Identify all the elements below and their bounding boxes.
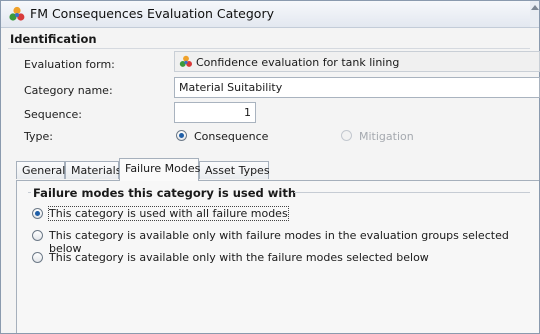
title-bar[interactable]: FM Consequences Evaluation Category	[1, 1, 539, 28]
scroll-up-icon[interactable]	[531, 5, 539, 10]
tab-general[interactable]: General	[16, 161, 65, 179]
all-failure-modes-radio[interactable]	[32, 208, 43, 219]
failure-modes-group-title: Failure modes this category is used with	[33, 186, 297, 200]
tab-failure-modes[interactable]: Failure Modes	[119, 158, 200, 181]
consequence-radio[interactable]	[176, 130, 187, 141]
sequence-label: Sequence:	[24, 108, 82, 121]
evaluation-form-value: Confidence evaluation for tank lining	[196, 56, 400, 69]
tab-materials[interactable]: Materials	[65, 161, 121, 179]
consequence-radio-label[interactable]: Consequence	[194, 130, 268, 143]
evaluation-form-field: Confidence evaluation for tank lining	[174, 51, 540, 72]
divider	[8, 48, 530, 49]
colored-molecules-icon	[9, 6, 25, 21]
mitigation-radio-label: Mitigation	[359, 130, 414, 143]
tab-asset-types[interactable]: Asset Types	[199, 161, 270, 179]
selected-failure-modes-radio[interactable]	[32, 252, 43, 263]
category-name-label: Category name:	[24, 84, 113, 97]
category-name-input[interactable]: Material Suitability	[174, 77, 540, 98]
all-failure-modes-label[interactable]: This category is used with all failure m…	[48, 206, 289, 221]
identification-heading: Identification	[10, 32, 97, 46]
group-border	[28, 192, 31, 193]
selected-failure-modes-label[interactable]: This category is available only with the…	[49, 251, 429, 264]
mitigation-radio	[341, 130, 352, 141]
evaluation-form-label: Evaluation form:	[24, 58, 115, 71]
sequence-input[interactable]: 1	[174, 102, 256, 123]
type-label: Type:	[24, 130, 53, 143]
group-border	[294, 192, 530, 193]
colored-molecules-icon	[179, 55, 193, 67]
evaluation-groups-radio[interactable]	[32, 230, 43, 241]
window-title: FM Consequences Evaluation Category	[30, 6, 274, 21]
